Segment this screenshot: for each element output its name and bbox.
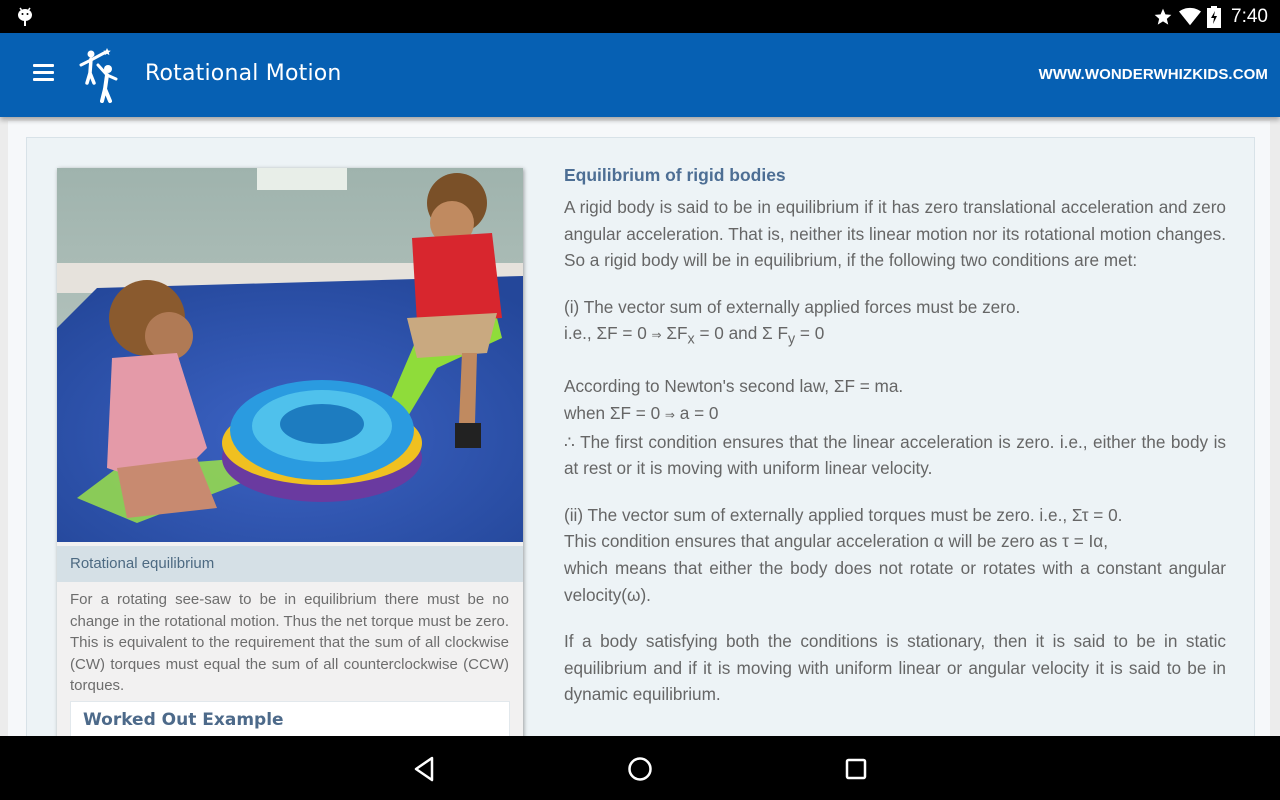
section-heading: Equilibrium of rigid bodies — [564, 165, 786, 185]
menu-icon-bar — [33, 78, 54, 81]
menu-icon-bar — [33, 71, 54, 74]
condition-2-line-3: which means that either the body does no… — [564, 557, 1226, 605]
caption-text: For a rotating see-saw to be in equilibr… — [70, 591, 509, 694]
wifi-icon — [1179, 7, 1202, 25]
condition-1-equation: i.e., ΣF = 0 ⇒ ΣFx = 0 and Σ Fy = 0 — [564, 320, 1226, 353]
implies-icon: ⇒ — [664, 408, 675, 422]
website-link[interactable]: WWW.WONDERWHIZKIDS.COM — [1039, 66, 1268, 83]
app-bar: Rotational Motion WWW.WONDERWHIZKIDS.COM — [0, 33, 1280, 117]
clock: 7:40 — [1231, 5, 1268, 27]
newton-eq-end: a = 0 — [674, 403, 719, 423]
seesaw-illustration — [57, 168, 523, 542]
newton-line-3: ∴ The first condition ensures that the l… — [564, 431, 1226, 479]
condition-2-line-2: This condition ensures that angular acce… — [564, 531, 1108, 552]
worked-example-box[interactable]: Worked Out Example — [70, 701, 510, 736]
condition-1-statement: (i) The vector sum of externally applied… — [564, 296, 1021, 317]
home-button[interactable] — [625, 754, 655, 784]
back-button[interactable] — [410, 754, 440, 784]
android-debug-icon — [18, 7, 32, 26]
menu-icon-bar — [33, 64, 54, 67]
implies-icon: ⇒ — [651, 328, 662, 343]
eq-end: = 0 — [795, 323, 825, 344]
logo-icon — [79, 48, 118, 103]
recents-button[interactable] — [841, 754, 871, 784]
menu-button[interactable] — [33, 64, 54, 84]
condition-1: (i) The vector sum of externally applied… — [564, 294, 1226, 354]
eq-prefix: i.e., ΣF = 0 — [564, 323, 647, 344]
intro-paragraph: A rigid body is said to be in equilibriu… — [564, 197, 1226, 271]
condition-2: (ii) The vector sum of externally applie… — [564, 502, 1226, 608]
eq-mid: = 0 and Σ F — [694, 323, 788, 344]
content-area[interactable]: Rotational equilibrium For a rotating se… — [0, 117, 1280, 736]
eq-fx-sub: x — [687, 331, 695, 348]
star-icon — [1154, 8, 1172, 25]
article: Equilibrium of rigid bodies A rigid body… — [564, 164, 1226, 728]
condition-2-line-1: (ii) The vector sum of externally applie… — [564, 504, 1123, 525]
lesson-panel: Rotational equilibrium For a rotating se… — [26, 137, 1255, 736]
system-nav-bar — [0, 736, 1280, 800]
newton-eq-prefix: when ΣF = 0 — [564, 403, 661, 423]
page-title: Rotational Motion — [145, 61, 342, 86]
newton-line-1: According to Newton's second law, ΣF = m… — [564, 376, 904, 397]
newton-line-2: when ΣF = 0 ⇒ a = 0 — [564, 400, 1226, 429]
page: Rotational equilibrium For a rotating se… — [8, 121, 1270, 736]
status-bar: 7:40 — [0, 0, 1280, 33]
conclusion-paragraph: If a body satisfying both the conditions… — [564, 631, 1226, 705]
seesaw-photo — [57, 168, 523, 542]
figure-card: Rotational equilibrium For a rotating se… — [57, 168, 523, 736]
caption-title: Rotational equilibrium — [57, 546, 523, 582]
newton-paragraph: According to Newton's second law, ΣF = m… — [564, 373, 1226, 481]
worked-example-label: Worked Out Example — [83, 710, 284, 730]
battery-charging-icon — [1207, 5, 1222, 28]
eq-fx: ΣF — [666, 323, 688, 344]
